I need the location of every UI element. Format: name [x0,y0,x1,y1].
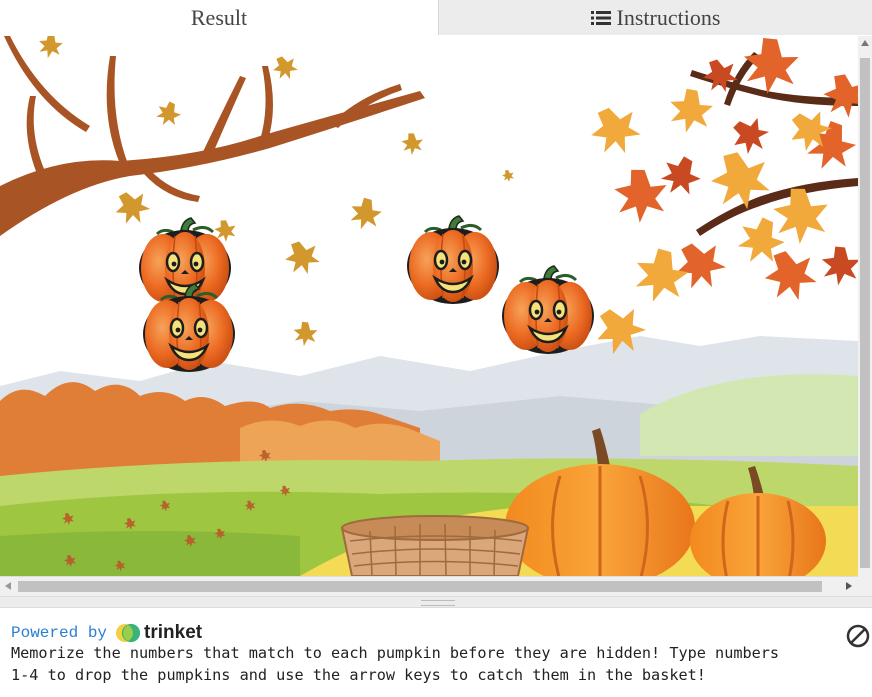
console-output: Powered by trinket Memorize the numbers … [0,608,872,697]
list-icon [590,10,611,25]
horizontal-scrollbar[interactable] [0,576,858,596]
grip-icon [421,600,455,606]
scroll-up-icon[interactable] [861,40,869,46]
tab-instructions[interactable]: Instructions [439,0,872,35]
game-scene [0,36,858,576]
tab-bar: Result Instructions [0,0,872,35]
tab-result-label: Result [190,4,248,30]
brand-name: trinket [144,622,203,643]
scroll-corner [858,576,872,596]
vertical-scroll-thumb[interactable] [860,58,870,568]
console-message: Memorize the numbers that match to each … [11,644,780,684]
scroll-right-icon[interactable] [846,582,852,590]
powered-by[interactable]: Powered by trinket [11,622,202,644]
basket [340,515,530,576]
game-canvas[interactable] [0,36,858,576]
pane-resize-handle[interactable] [0,596,872,608]
vertical-scrollbar[interactable] [858,36,872,576]
powered-by-label: Powered by [11,624,108,642]
horizontal-scroll-thumb[interactable] [18,581,822,592]
tab-result[interactable]: Result [0,0,439,35]
tab-instructions-label: Instructions [616,4,721,30]
stop-icon[interactable] [846,624,870,648]
trinket-logo-icon [116,624,141,642]
scroll-left-icon[interactable] [5,582,11,590]
